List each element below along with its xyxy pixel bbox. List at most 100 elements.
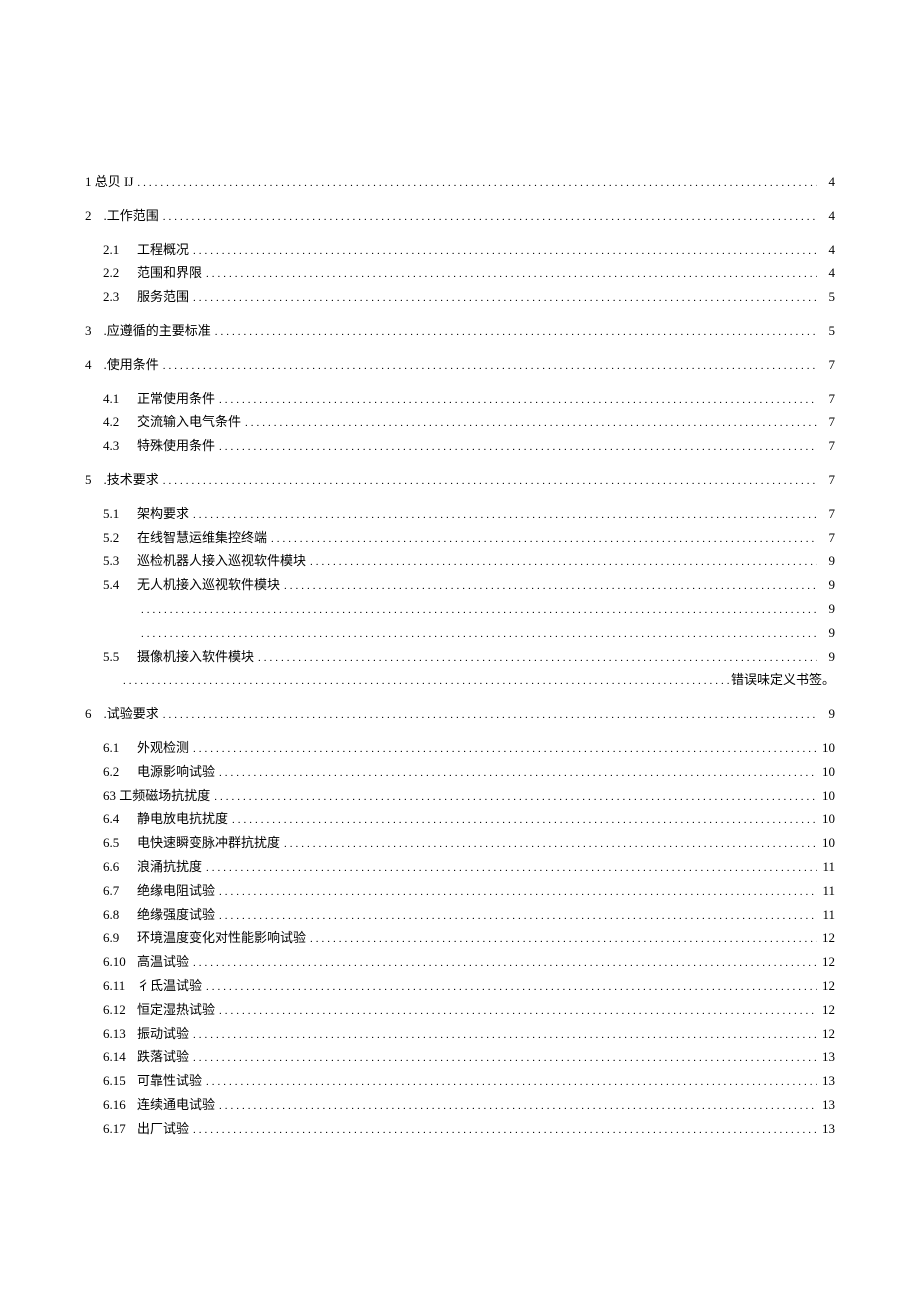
toc-number: 6 — [85, 702, 92, 725]
toc-leader-dots — [280, 573, 817, 597]
toc-entry: 6.10高温试验12 — [85, 950, 835, 974]
toc-page: 4 — [817, 170, 835, 193]
toc-leader-dots — [159, 468, 817, 492]
toc-leader-dots — [159, 353, 817, 377]
toc-entry: 63 工频磁场抗扰度10 — [85, 784, 835, 808]
toc-page: 13 — [817, 1069, 835, 1092]
toc-label: 无人机接入巡视软件模块 — [137, 573, 280, 596]
toc-leader-dots — [215, 434, 817, 458]
toc-label: .试验要求 — [104, 702, 159, 725]
toc-label: 1 总贝 IJ — [85, 170, 133, 193]
toc-leader-dots — [137, 621, 817, 645]
toc-page: 7 — [817, 353, 835, 376]
toc-entry: 2.2范围和界限4 — [85, 261, 835, 285]
toc-leader-dots — [133, 170, 817, 194]
toc-leader-dots — [189, 1022, 817, 1046]
toc-entry: 6.12恒定湿热试验12 — [85, 998, 835, 1022]
toc-number: 2.2 — [103, 261, 137, 284]
toc-number: 6.2 — [103, 760, 137, 783]
toc-label: 连续通电试验 — [137, 1093, 215, 1116]
toc-page: 9 — [817, 645, 835, 668]
toc-number: 4.1 — [103, 387, 137, 410]
toc-entry: 6.17出厂试验13 — [85, 1117, 835, 1141]
toc-leader-dots — [215, 760, 817, 784]
toc-entry: 3.应遵循的主要标准5 — [85, 319, 835, 343]
toc-label: 63 工频磁场抗扰度 — [103, 784, 210, 807]
toc-number: 5.5 — [103, 645, 137, 668]
toc-page: 10 — [817, 807, 835, 830]
toc-label: 在线智慧运维集控终端 — [137, 526, 267, 549]
toc-number: 6.9 — [103, 926, 137, 949]
toc-entry: 5.1架构要求7 — [85, 502, 835, 526]
toc-entry: 4.2交流输入电气条件7 — [85, 410, 835, 434]
toc-page: 5 — [817, 285, 835, 308]
toc-leader-dots — [202, 974, 817, 998]
toc-leader-dots — [189, 502, 817, 526]
toc-number: 6.14 — [103, 1045, 137, 1068]
toc-number: 6.12 — [103, 998, 137, 1021]
toc-entry: 2.工作范围4 — [85, 204, 835, 228]
toc-entry: 6.4静电放电抗扰度10 — [85, 807, 835, 831]
toc-entry: 6.8绝缘强度试验11 — [85, 903, 835, 927]
toc-entry: 5.2在线智慧运维集控终端7 — [85, 526, 835, 550]
toc-label: 外观检测 — [137, 736, 189, 759]
toc-leader-dots — [189, 238, 817, 262]
toc-page: 10 — [817, 760, 835, 783]
toc-leader-dots — [159, 702, 817, 726]
toc-entry: 2.1工程概况4 — [85, 238, 835, 262]
toc-page: 9 — [817, 573, 835, 596]
toc-leader-dots — [119, 668, 731, 692]
toc-label: 绝缘电阻试验 — [137, 879, 215, 902]
toc-number: 6.17 — [103, 1117, 137, 1140]
toc-leader-dots — [189, 1045, 817, 1069]
toc-entry: 5.4无人机接入巡视软件模块9 — [85, 573, 835, 597]
toc-leader-dots — [215, 1093, 817, 1117]
toc-entry: 6.14跌落试验13 — [85, 1045, 835, 1069]
toc-entry: 6.16连续通电试验13 — [85, 1093, 835, 1117]
toc-leader-dots — [202, 261, 817, 285]
toc-number: 6.10 — [103, 950, 137, 973]
toc-leader-dots — [306, 926, 817, 950]
toc-label: 范围和界限 — [137, 261, 202, 284]
toc-page: 13 — [817, 1045, 835, 1068]
toc-leader-dots — [202, 1069, 817, 1093]
toc-number: 3 — [85, 319, 92, 342]
toc-leader-dots — [137, 597, 817, 621]
toc-page: 7 — [817, 387, 835, 410]
toc-label: 高温试验 — [137, 950, 189, 973]
toc-leader-dots — [280, 831, 817, 855]
table-of-contents: 1 总贝 IJ 42.工作范围42.1工程概况42.2范围和界限42.3服务范围… — [85, 170, 835, 1140]
toc-number: 4.3 — [103, 434, 137, 457]
toc-page: 7 — [817, 526, 835, 549]
toc-label: .技术要求 — [104, 468, 159, 491]
toc-number: 6.4 — [103, 807, 137, 830]
toc-label: .使用条件 — [104, 353, 159, 376]
toc-page: 7 — [817, 434, 835, 457]
toc-number: 6.15 — [103, 1069, 137, 1092]
toc-entry: 6.15可靠性试验13 — [85, 1069, 835, 1093]
toc-page: 错误味定义书签。 — [731, 668, 835, 691]
toc-label: 工程概况 — [137, 238, 189, 261]
toc-number: 6.13 — [103, 1022, 137, 1045]
toc-number: 6.5 — [103, 831, 137, 854]
toc-label: 振动试验 — [137, 1022, 189, 1045]
toc-entry: 6.7绝缘电阻试验11 — [85, 879, 835, 903]
toc-number: 4 — [85, 353, 92, 376]
toc-leader-dots — [241, 410, 817, 434]
toc-number: 5.1 — [103, 502, 137, 525]
toc-entry: 6.11彳氐温试验12 — [85, 974, 835, 998]
toc-page: 11 — [817, 903, 835, 926]
toc-leader-dots — [159, 204, 817, 228]
toc-page: 5 — [817, 319, 835, 342]
toc-number: 6.1 — [103, 736, 137, 759]
toc-number: 5.3 — [103, 549, 137, 572]
toc-number: 6.16 — [103, 1093, 137, 1116]
toc-page: 4 — [817, 238, 835, 261]
toc-leader-dots — [202, 855, 817, 879]
toc-number: 2 — [85, 204, 92, 227]
toc-entry: 错误味定义书签。 — [85, 668, 835, 692]
toc-page: 12 — [817, 974, 835, 997]
toc-leader-dots — [189, 736, 817, 760]
toc-label: 服务范围 — [137, 285, 189, 308]
toc-label: 环境温度变化对性能影响试验 — [137, 926, 306, 949]
